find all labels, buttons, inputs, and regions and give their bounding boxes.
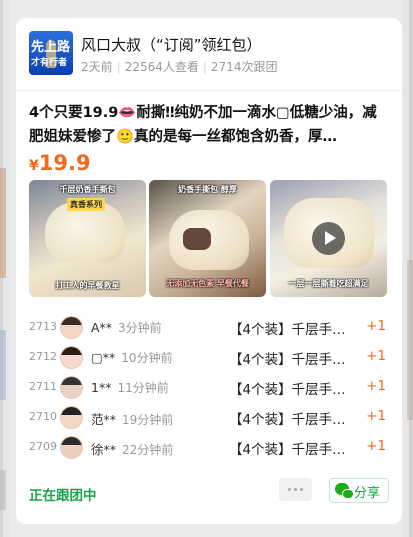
left-background-edge (0, 0, 10, 537)
more-button[interactable] (279, 478, 312, 501)
product-video-thumbnail[interactable]: 一层一层撕着吃超满足 (270, 180, 387, 297)
buyer-list: 2713 A** 3分钟前 【4个装】千层手… +1 2712 ▢** 10分钟… (29, 312, 390, 462)
buyer-item: 【4个装】千层手… (229, 352, 346, 368)
buyer-number: 2712 (29, 350, 57, 363)
buyer-name: 范** 19分钟前 (91, 412, 174, 427)
buyer-row[interactable]: 2710 范** 19分钟前 【4个装】千层手… +1 (29, 402, 390, 432)
group-status: 正在跟团中 (29, 488, 97, 504)
buyer-item: 【4个装】千层手… (229, 322, 346, 338)
buyer-number: 2709 (29, 440, 57, 453)
share-button[interactable]: 分享 (329, 478, 389, 503)
more-dots-icon (288, 488, 291, 491)
product-photo-1[interactable]: 千层奶香手撕包 真香系列 打工人的早餐救星 (29, 180, 146, 297)
buyer-qty: +1 (366, 348, 386, 364)
card-header: 先上路 才有行者 风口大叔（“订阅”领红包） 2天前 | 22564人查看 | 2714… (29, 31, 390, 83)
buyer-item: 【4个装】千层手… (229, 382, 346, 398)
share-label: 分享 (354, 486, 381, 501)
product-photo-2[interactable]: 奶香手撕包 醇厚 无添加无色素 早餐代餐 (149, 180, 266, 297)
buyer-number: 2711 (29, 380, 57, 393)
post-description[interactable]: 4个只要19.9👄耐撕‼纯奶不加一滴水▢低糖少油，减肥姐妹爱惨了🙂真的是每一丝都… (29, 101, 390, 149)
buyer-time: 19分钟前 (122, 413, 174, 427)
buyer-time: 11分钟前 (117, 381, 169, 395)
buyer-number: 2710 (29, 410, 57, 423)
buyer-row[interactable]: 2709 徐** 22分钟前 【4个装】千层手… +1 (29, 432, 390, 462)
buyer-row[interactable]: 2713 A** 3分钟前 【4个装】千层手… +1 (29, 312, 390, 342)
buyer-item: 【4个装】千层手… (229, 442, 346, 458)
avatar-text-line2: 才有行者 (31, 58, 68, 68)
price: ¥19.9 (29, 151, 91, 175)
group-meta: 2天前 | 22564人查看 | 2714次跟团 (81, 60, 278, 74)
buyer-qty: +1 (366, 318, 386, 334)
buyer-number: 2713 (29, 320, 57, 333)
photo-2-caption-bottom: 无添加无色素 早餐代餐 (166, 279, 249, 288)
photo-gallery: 千层奶香手撕包 真香系列 打工人的早餐救星 奶香手撕包 醇厚 无添加无色素 早餐… (29, 180, 387, 297)
right-background-edge (403, 0, 413, 537)
buyer-avatar (60, 316, 83, 339)
buyer-name: A** 3分钟前 (91, 320, 162, 335)
group-buy-card[interactable]: 先上路 才有行者 风口大叔（“订阅”领红包） 2天前 | 22564人查看 | 2714… (16, 18, 402, 524)
header-divider (16, 90, 402, 91)
photo-1-caption-top: 千层奶香手撕包 (59, 185, 116, 194)
photo-1-caption-bottom: 打工人的早餐救星 (55, 281, 120, 290)
wechat-icon (335, 483, 354, 499)
buyer-avatar (60, 406, 83, 429)
price-value: 19.9 (38, 151, 91, 175)
photo-3-caption-bottom: 一层一层撕着吃超满足 (288, 279, 369, 288)
view-count: 22564人查看 (124, 60, 199, 74)
buyer-qty: +1 (366, 408, 386, 424)
photo-1-tag: 真香系列 (67, 198, 105, 211)
photo-2-caption-top: 奶香手撕包 醇厚 (178, 185, 237, 194)
buyer-time: 3分钟前 (118, 321, 162, 335)
price-symbol: ¥ (29, 158, 39, 174)
play-icon[interactable] (312, 222, 345, 255)
buyer-item: 【4个装】千层手… (229, 412, 346, 428)
buyer-avatar (60, 376, 83, 399)
buyer-qty: +1 (366, 438, 386, 454)
buyer-qty: +1 (366, 378, 386, 394)
group-avatar[interactable]: 先上路 才有行者 (29, 31, 73, 75)
buyer-time: 22分钟前 (122, 443, 174, 457)
buyer-avatar (60, 346, 83, 369)
avatar-text-line1: 先上路 (31, 40, 71, 55)
posted-time: 2天前 (81, 60, 113, 74)
group-title[interactable]: 风口大叔（“订阅”领红包） (81, 34, 262, 55)
buyer-name: 1** 11分钟前 (91, 380, 169, 395)
buyer-avatar (60, 436, 83, 459)
buyer-name: 徐** 22分钟前 (91, 442, 174, 457)
buyer-time: 10分钟前 (121, 351, 173, 365)
buyer-row[interactable]: 2712 ▢** 10分钟前 【4个装】千层手… +1 (29, 342, 390, 372)
buyer-name: ▢** 10分钟前 (91, 350, 173, 365)
buyer-row[interactable]: 2711 1** 11分钟前 【4个装】千层手… +1 (29, 372, 390, 402)
join-count: 2714次跟团 (210, 60, 278, 74)
